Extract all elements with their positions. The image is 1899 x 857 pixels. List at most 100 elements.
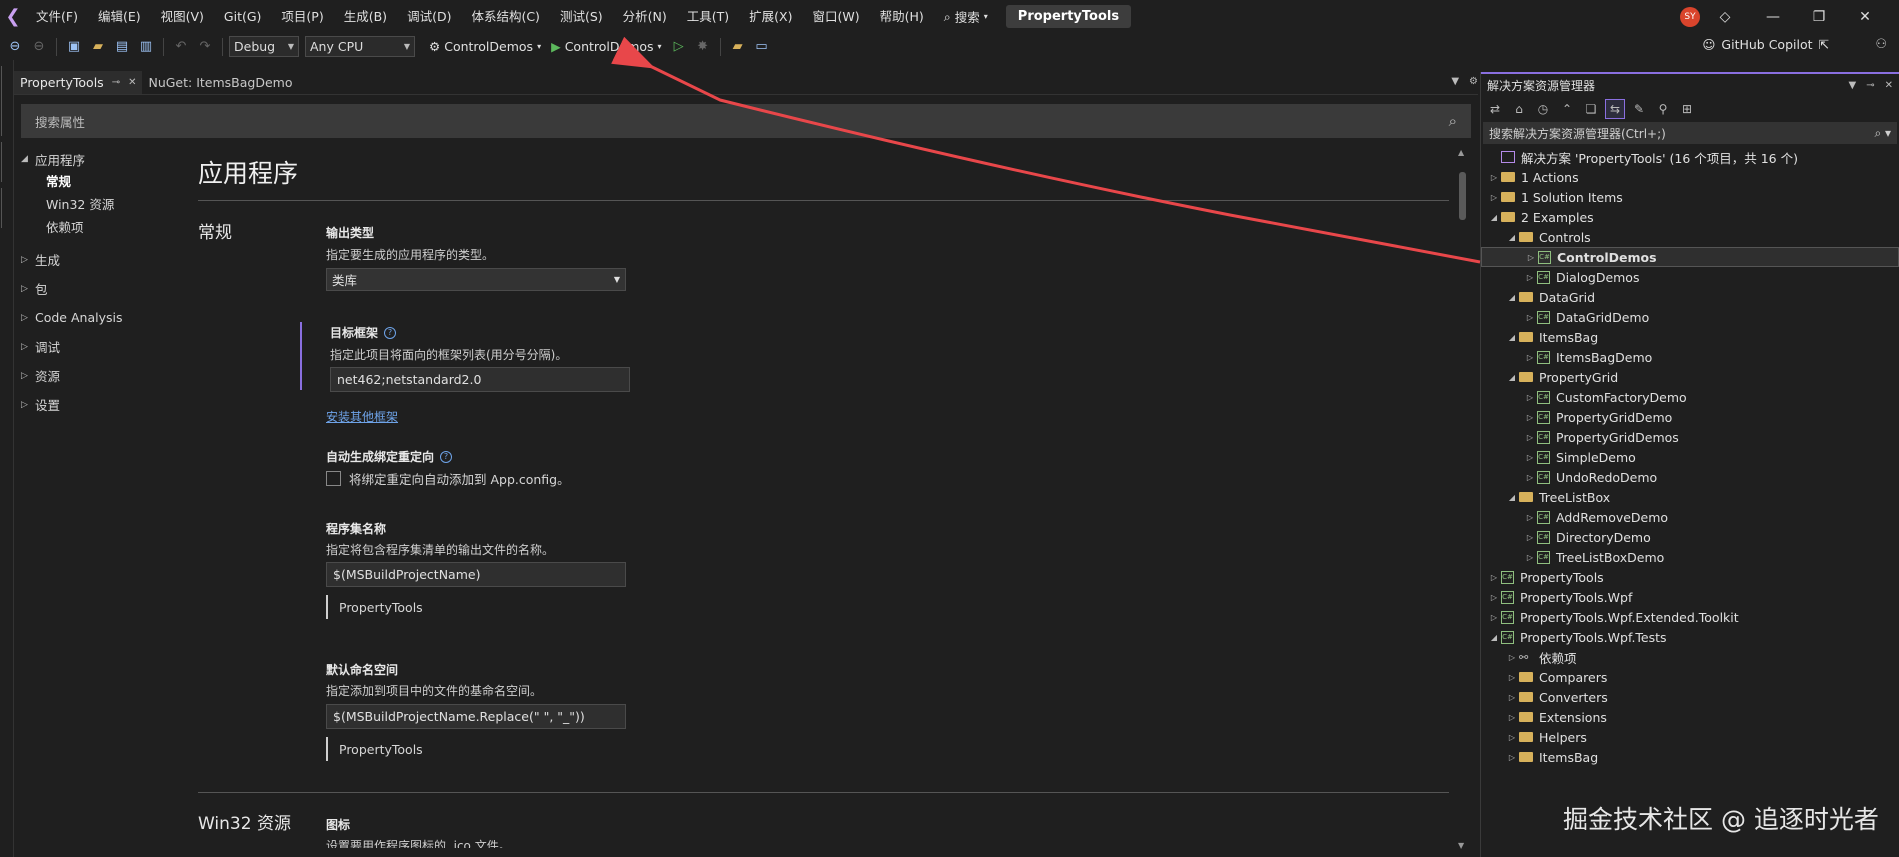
layout-icon[interactable]: ▭ xyxy=(751,36,773,58)
redo-icon[interactable]: ↷ xyxy=(194,36,216,58)
tree-item[interactable]: ▷ 1 Solution Items xyxy=(1481,187,1899,207)
github-copilot-button[interactable]: ☺ GitHub Copilot ⇱ xyxy=(1702,37,1829,52)
pending-changes-icon[interactable]: ◷ xyxy=(1533,99,1553,119)
toolbox-tab[interactable] xyxy=(1,142,13,182)
expanded-triangle-icon[interactable]: ◢ xyxy=(1487,633,1501,642)
nav-section-debug[interactable]: ▷ 调试 xyxy=(21,332,181,361)
collapsed-triangle-icon[interactable]: ▷ xyxy=(1487,613,1501,622)
settings-gear-icon[interactable]: ⚙ xyxy=(1469,76,1478,87)
tab-propertytools[interactable]: PropertyTools ⊸ ✕ xyxy=(14,71,143,94)
collapsed-triangle-icon[interactable]: ▷ xyxy=(1505,653,1519,662)
output-type-select[interactable]: 类库 ▼ xyxy=(326,268,626,291)
tree-item[interactable]: ▷ ItemsBag xyxy=(1481,747,1899,767)
switch-views-icon[interactable]: ⇄ xyxy=(1485,99,1505,119)
avatar[interactable]: SY xyxy=(1680,6,1700,27)
checkbox-box[interactable] xyxy=(326,471,341,486)
menu-item[interactable]: 文件(F) xyxy=(26,0,88,33)
menu-item[interactable]: 帮助(H) xyxy=(870,0,934,33)
properties-wrench-icon[interactable]: ✎ xyxy=(1629,99,1649,119)
tree-item[interactable]: ▷ C# PropertyTools.Wpf.Extended.Toolkit xyxy=(1481,607,1899,627)
menu-item[interactable]: 生成(B) xyxy=(334,0,397,33)
configuration-dropdown[interactable]: Debug ▼ xyxy=(229,36,299,57)
install-frameworks-link[interactable]: 安装其他框架 xyxy=(326,408,398,425)
nav-section-build[interactable]: ▷ 生成 xyxy=(21,245,181,274)
collapsed-triangle-icon[interactable]: ▷ xyxy=(1523,433,1537,442)
nav-section-application[interactable]: ◢ 应用程序 xyxy=(21,148,181,170)
solution-folder-icon[interactable]: ▰ xyxy=(727,36,749,58)
expanded-triangle-icon[interactable]: ◢ xyxy=(1505,373,1519,382)
start-debugging-button[interactable]: ▶ ControlDemos ▾ xyxy=(547,39,665,54)
expanded-triangle-icon[interactable]: ◢ xyxy=(1505,233,1519,242)
menu-item[interactable]: 分析(N) xyxy=(613,0,677,33)
tree-item[interactable]: ▷ C# ControlDemos xyxy=(1481,247,1899,267)
auto-binding-checkbox[interactable]: 将绑定重定向自动添加到 App.config。 xyxy=(326,469,570,488)
tree-item[interactable]: ▷ C# PropertyTools.Wpf xyxy=(1481,587,1899,607)
menu-item[interactable]: 窗口(W) xyxy=(802,0,869,33)
tab-list-dropdown-icon[interactable]: ▼ xyxy=(1451,76,1459,87)
preview-icon[interactable]: ⚲ xyxy=(1653,99,1673,119)
collapsed-triangle-icon[interactable]: ▷ xyxy=(1505,713,1519,722)
nav-section-resources[interactable]: ▷ 资源 xyxy=(21,361,181,390)
collapsed-triangle-icon[interactable]: ▷ xyxy=(1523,313,1537,322)
menu-item[interactable]: 调试(D) xyxy=(397,0,461,33)
menu-item[interactable]: 项目(P) xyxy=(271,0,333,33)
menu-item[interactable]: Git(G) xyxy=(214,0,272,33)
menu-item[interactable]: 工具(T) xyxy=(677,0,739,33)
show-all-files-icon[interactable]: ❏ xyxy=(1581,99,1601,119)
platform-dropdown[interactable]: Any CPU ▼ xyxy=(305,36,415,57)
tree-item[interactable]: ▷ C# SimpleDemo xyxy=(1481,447,1899,467)
new-item-icon[interactable]: ▣ xyxy=(63,36,85,58)
tree-item[interactable]: ▷ C# PropertyTools xyxy=(1481,567,1899,587)
close-icon[interactable]: ✕ xyxy=(128,77,136,88)
scrollbar-thumb[interactable] xyxy=(1459,172,1466,220)
tree-item[interactable]: ▷ 1 Actions xyxy=(1481,167,1899,187)
nav-item-dependencies[interactable]: 依赖项 xyxy=(21,216,181,239)
tree-item[interactable]: ▷ Comparers xyxy=(1481,667,1899,687)
tree-item[interactable]: ◢ DataGrid xyxy=(1481,287,1899,307)
expanded-triangle-icon[interactable]: ◢ xyxy=(1505,333,1519,342)
tree-item[interactable]: ◢ 2 Examples xyxy=(1481,207,1899,227)
nav-item-win32[interactable]: Win32 资源 xyxy=(21,193,181,216)
nav-section-code-analysis[interactable]: ▷ Code Analysis xyxy=(21,303,181,332)
collapsed-triangle-icon[interactable]: ▷ xyxy=(1487,593,1501,602)
expanded-triangle-icon[interactable]: ◢ xyxy=(1505,493,1519,502)
collapsed-triangle-icon[interactable]: ▷ xyxy=(1487,193,1501,202)
minimize-button[interactable]: — xyxy=(1750,0,1796,33)
home-icon[interactable]: ⌂ xyxy=(1509,99,1529,119)
help-icon[interactable]: ? xyxy=(440,450,453,463)
open-folder-icon[interactable]: ▰ xyxy=(87,36,109,58)
tree-item[interactable]: ▷ Extensions xyxy=(1481,707,1899,727)
collapse-all-icon[interactable]: ⌃ xyxy=(1557,99,1577,119)
tree-item[interactable]: ◢ ItemsBag xyxy=(1481,327,1899,347)
tree-item[interactable]: ▷ C# TreeListBoxDemo xyxy=(1481,547,1899,567)
scroll-down-icon[interactable]: ▼ xyxy=(1458,841,1464,850)
collapsed-triangle-icon[interactable]: ▷ xyxy=(1505,753,1519,762)
project-title-badge[interactable]: PropertyTools xyxy=(1005,5,1132,28)
tree-item[interactable]: ▷ C# DataGridDemo xyxy=(1481,307,1899,327)
assembly-name-input[interactable]: $(MSBuildProjectName) xyxy=(326,562,626,587)
undo-icon[interactable]: ↶ xyxy=(170,36,192,58)
collapsed-triangle-icon[interactable]: ▷ xyxy=(1523,453,1537,462)
collapsed-triangle-icon[interactable]: ▷ xyxy=(1523,533,1537,542)
tree-item[interactable]: ▷ Helpers xyxy=(1481,727,1899,747)
diamond-icon[interactable]: ◇ xyxy=(1700,0,1750,33)
tree-item[interactable]: ◢ PropertyGrid xyxy=(1481,367,1899,387)
restore-button[interactable]: ❐ xyxy=(1796,0,1842,33)
menu-item[interactable]: 测试(S) xyxy=(550,0,613,33)
tree-item[interactable]: ◢ TreeListBox xyxy=(1481,487,1899,507)
help-icon[interactable]: ? xyxy=(384,326,397,339)
back-icon[interactable]: ⊖ xyxy=(4,36,26,58)
tab-nuget-itemsbagdemo[interactable]: NuGet: ItemsBagDemo xyxy=(142,71,298,94)
start-without-debugging-icon[interactable]: ▷ xyxy=(668,36,690,58)
nav-section-settings[interactable]: ▷ 设置 xyxy=(21,390,181,419)
menu-item[interactable]: 编辑(E) xyxy=(88,0,151,33)
forward-icon[interactable]: ⊖ xyxy=(28,36,50,58)
property-search-input[interactable]: 搜索属性 ⌕ xyxy=(21,104,1471,138)
menu-item[interactable]: 体系结构(C) xyxy=(461,0,549,33)
tree-item[interactable]: ▷ C# PropertyGridDemos xyxy=(1481,427,1899,447)
collapsed-triangle-icon[interactable]: ▷ xyxy=(1523,353,1537,362)
expanded-triangle-icon[interactable]: ◢ xyxy=(1505,293,1519,302)
tree-item[interactable]: ▷ C# DirectoryDemo xyxy=(1481,527,1899,547)
tree-item[interactable]: ▷ ⚯ 依赖项 xyxy=(1481,647,1899,667)
panel-dropdown-icon[interactable]: ▼ xyxy=(1849,80,1857,91)
